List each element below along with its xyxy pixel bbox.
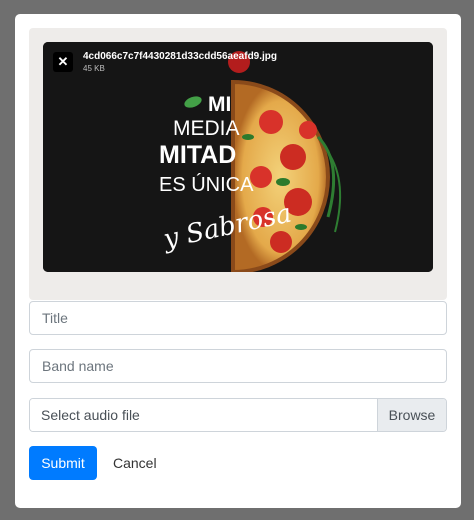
browse-button[interactable]: Browse <box>377 399 446 431</box>
svg-text:ES ÚNICA: ES ÚNICA <box>159 173 254 196</box>
audio-file-input[interactable]: Select audio file Browse <box>29 398 447 432</box>
image-preview: MI MEDIA MITAD ES ÚNICA y Sabrosa ✕ 4cd0… <box>43 42 433 272</box>
svg-text:MI: MI <box>208 93 231 116</box>
title-input[interactable] <box>29 301 447 335</box>
file-name: 4cd066c7c7f4430281d33cdd56aeafd9.jpg <box>83 51 278 62</box>
cancel-button[interactable]: Cancel <box>105 446 165 480</box>
file-meta: 4cd066c7c7f4430281d33cdd56aeafd9.jpg 45 … <box>83 50 277 74</box>
image-preview-panel: MI MEDIA MITAD ES ÚNICA y Sabrosa ✕ 4cd0… <box>29 28 447 300</box>
file-size: 45 KB <box>83 64 105 73</box>
svg-text:MEDIA: MEDIA <box>173 117 240 140</box>
file-info: ✕ 4cd066c7c7f4430281d33cdd56aeafd9.jpg 4… <box>53 50 277 74</box>
audio-file-label: Select audio file <box>30 399 377 431</box>
upload-modal: MI MEDIA MITAD ES ÚNICA y Sabrosa ✕ 4cd0… <box>15 14 461 508</box>
band-name-input[interactable] <box>29 349 447 383</box>
submit-button[interactable]: Submit <box>29 446 97 480</box>
pizza-artwork-image: MI MEDIA MITAD ES ÚNICA y Sabrosa <box>43 42 433 272</box>
close-icon[interactable]: ✕ <box>53 52 73 72</box>
svg-text:MITAD: MITAD <box>159 141 236 169</box>
